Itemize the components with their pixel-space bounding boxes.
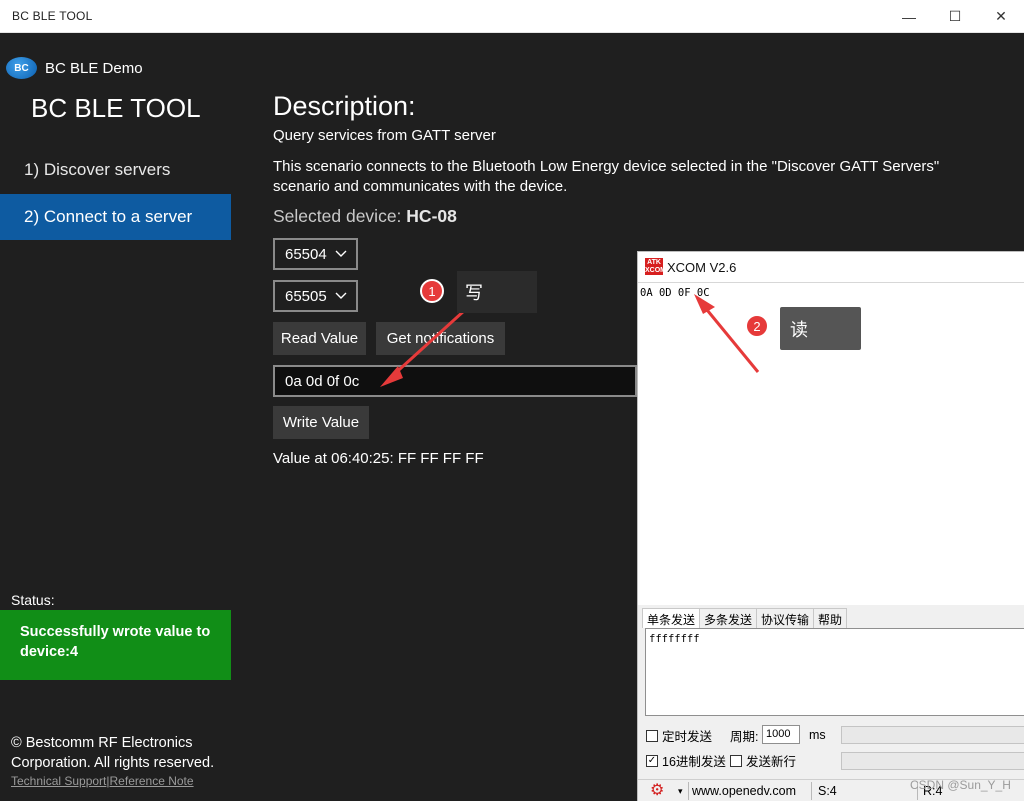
xcom-send-area[interactable]: ffffffff — [645, 628, 1024, 716]
xcom-logo: ATK XCOM — [645, 258, 666, 275]
tab-single-send[interactable]: 单条发送 — [642, 608, 701, 628]
technical-support-link[interactable]: Technical Support — [11, 774, 106, 788]
period-unit: ms — [809, 728, 826, 742]
status-message: Successfully wrote value to device:4 — [0, 610, 231, 680]
status-separator — [811, 782, 812, 800]
selected-device-label: Selected device: — [273, 206, 402, 226]
send-newline-label: 发送新行 — [746, 755, 797, 769]
sent-count: S:4 — [818, 784, 837, 798]
app-header: BC BC BLE Demo — [6, 55, 143, 81]
period-input[interactable]: 1000 — [762, 725, 800, 744]
app-logo: BC — [6, 57, 37, 79]
chevron-down-icon — [335, 250, 347, 257]
xcom-field-2[interactable] — [841, 752, 1024, 770]
checkbox-checked-icon: ✓ — [646, 754, 658, 767]
nav-item-discover-servers[interactable]: 1) Discover servers — [0, 147, 231, 193]
period-label: 周期: — [730, 726, 758, 745]
screen: BC BLE TOOL — ☐ ✕ BC BC BLE Demo BC BLE … — [0, 0, 1024, 801]
period-label-text: 周期: — [730, 730, 759, 744]
xcom-tabs: 单条发送 多条发送 协议传输 帮助 — [642, 608, 848, 628]
selected-device-name: HC-08 — [406, 206, 457, 226]
annotation-note-read: 读 — [780, 307, 861, 350]
dropdown-arrow-icon[interactable]: ▾ — [678, 786, 683, 797]
send-newline-checkbox[interactable]: 发送新行 — [730, 751, 796, 770]
xcom-title: XCOM V2.6 — [667, 260, 737, 275]
service-select-value: 65504 — [285, 245, 327, 263]
timed-send-label: 定时发送 — [662, 730, 713, 744]
period-unit-text: ms — [809, 728, 826, 742]
xcom-send-text: ffffffff — [649, 633, 700, 645]
description-text: This scenario connects to the Bluetooth … — [273, 158, 940, 195]
maximize-button[interactable]: ☐ — [932, 0, 978, 33]
hex-send-label: 16进制发送 — [662, 755, 726, 769]
characteristic-select[interactable]: 65505 — [273, 280, 358, 312]
write-value-input-text: 0a 0d 0f 0c — [285, 372, 360, 390]
window-titlebar[interactable]: BC BLE TOOL — ☐ ✕ — [0, 0, 1024, 33]
copyright-text: © Bestcomm RF Electronics Corporation. A… — [11, 735, 215, 771]
annotation-note-write: 写 — [457, 271, 537, 313]
tab-protocol[interactable]: 协议传输 — [756, 608, 815, 628]
characteristic-select-value: 65505 — [285, 287, 327, 305]
read-value-button[interactable]: Read Value — [273, 322, 366, 355]
timed-send-checkbox[interactable]: 定时发送 — [646, 726, 712, 745]
xcom-titlebar[interactable]: ATK XCOM XCOM V2.6 — [638, 252, 1024, 282]
service-select[interactable]: 65504 — [273, 238, 358, 270]
selected-device: Selected device: HC-08 — [273, 206, 457, 227]
get-notifications-button[interactable]: Get notifications — [376, 322, 505, 355]
status-label: Status: — [11, 592, 55, 608]
annotation-badge-1: 1 — [420, 279, 444, 303]
nav-item-connect-server[interactable]: 2) Connect to a server — [0, 194, 231, 240]
tab-multi-send[interactable]: 多条发送 — [699, 608, 758, 628]
app-name: BC BLE Demo — [45, 59, 143, 77]
website-link[interactable]: www.openedv.com — [692, 784, 796, 798]
description-subheading: Query services from GATT server — [273, 127, 496, 144]
status-separator — [688, 782, 689, 800]
close-button[interactable]: ✕ — [978, 0, 1024, 33]
watermark: CSDN @Sun_Y_H — [910, 778, 1011, 792]
window-title: BC BLE TOOL — [12, 9, 93, 23]
reference-note-link[interactable]: Reference Note — [110, 774, 194, 788]
tab-help[interactable]: 帮助 — [813, 608, 848, 628]
gear-icon[interactable]: ⚙ — [650, 783, 666, 799]
chevron-down-icon — [335, 292, 347, 299]
footer-links: Technical Support|Reference Note — [11, 774, 194, 788]
sidebar-title: BC BLE TOOL — [31, 93, 201, 123]
write-value-button[interactable]: Write Value — [273, 406, 369, 439]
minimize-button[interactable]: — — [886, 0, 932, 33]
checkbox-icon — [730, 754, 742, 767]
xcom-field-1[interactable] — [841, 726, 1024, 744]
hex-send-checkbox[interactable]: ✓ 16进制发送 — [646, 751, 726, 770]
checkbox-icon — [646, 729, 658, 742]
annotation-badge-2: 2 — [745, 314, 769, 338]
read-value-output: Value at 06:40:25: FF FF FF FF — [273, 450, 484, 467]
description-heading: Description: — [273, 91, 416, 121]
write-value-input[interactable]: 0a 0d 0f 0c — [273, 365, 637, 397]
xcom-receive-text: 0A 0D 0F 0C — [640, 287, 710, 299]
